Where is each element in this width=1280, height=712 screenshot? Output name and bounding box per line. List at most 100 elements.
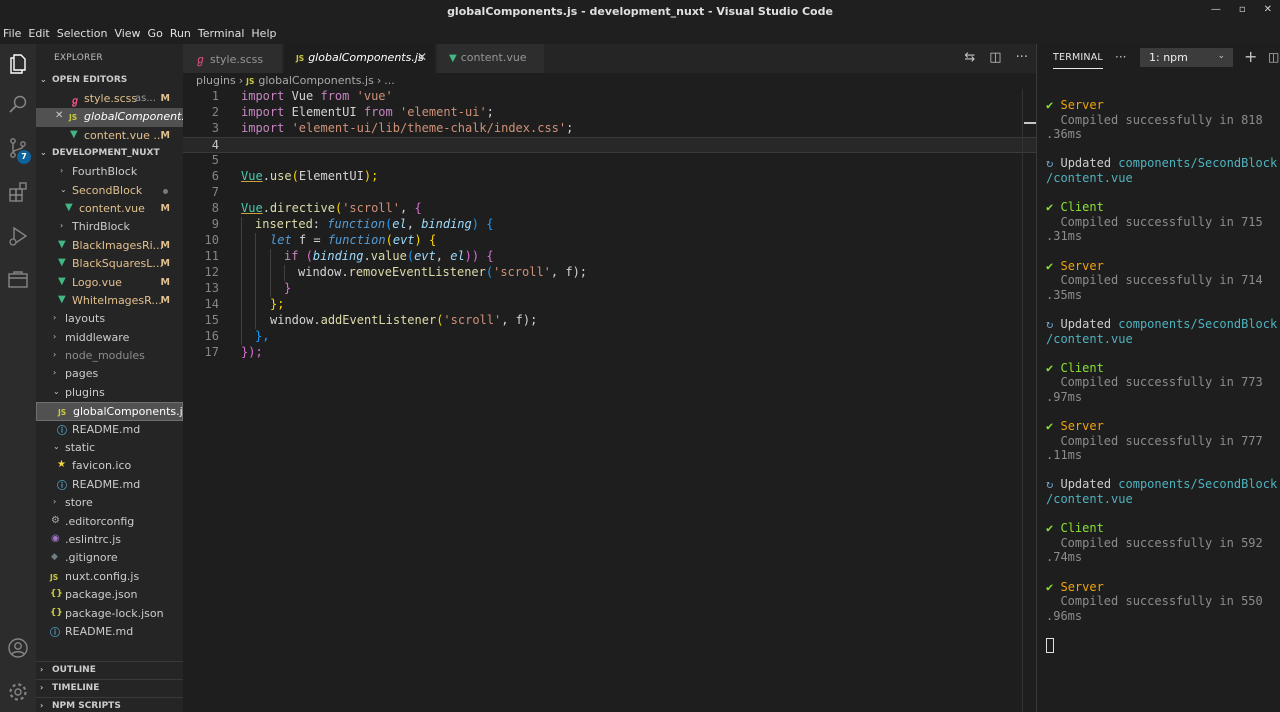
line-number: 6 [211,169,219,183]
tab-global-components[interactable]: JS globalComponents.js ✕ [284,44,436,73]
code-line: 2 import ElementUI from 'element-ui'; [183,105,1036,121]
tree-file[interactable]: ▼ BlackSquaresL... M [36,255,183,273]
project-header[interactable]: ⌄ DEVELOPMENT_NUXT [36,145,183,163]
chevron-right-icon: › [53,313,57,323]
close-window-icon[interactable]: ✕ [1264,4,1272,15]
terminal-line: ✔ Client [1046,200,1104,215]
npm-scripts-header[interactable]: › NPM SCRIPTS [36,697,183,712]
tree-folder[interactable]: › node_modules [36,347,183,365]
tree-file[interactable]: ⓘ README.md [36,623,183,641]
tree-folder[interactable]: ⌄ SecondBlock [36,182,183,200]
run-debug-icon[interactable] [6,224,30,248]
tree-file[interactable]: {} package-lock.json [36,605,183,623]
code-line: 7 [183,185,1036,201]
chevron-right-icon: › [40,665,44,674]
open-editors-header[interactable]: ⌄ OPEN EDITORS [36,72,183,90]
tree-file[interactable]: ◆ .gitignore [36,549,183,567]
sidebar-bottom-sections: › OUTLINE › TIMELINE › NPM SCRIPTS [36,661,183,712]
menu-selection[interactable]: Selection [54,24,111,44]
settings-gear-icon[interactable] [6,680,30,704]
line-number: 16 [204,329,219,343]
vue-icon: ▼ [58,293,66,305]
menu-run[interactable]: Run [167,24,194,44]
tree-file[interactable]: ⚙ .editorconfig [36,513,183,531]
eslint-icon: ◉ [51,532,60,544]
vue-icon: ▼ [58,275,66,287]
open-editor-item[interactable]: ▼ content.vue ... M [36,127,183,145]
tree-folder[interactable]: › ThirdBlock [36,218,183,236]
terminal-line: ✔ Server [1046,258,1104,273]
tree-folder[interactable]: › pages [36,365,183,383]
tree-file[interactable]: ▼ WhiteImagesR... M [36,292,183,310]
tree-folder[interactable]: › layouts [36,310,183,328]
tab-terminal[interactable]: TERMINAL [1053,52,1103,69]
open-editor-item[interactable]: ℊ style.scss as... M [36,90,183,108]
vue-icon: ▼ [65,201,73,213]
breadcrumb-file[interactable]: globalComponents.js [258,74,373,87]
outline-header[interactable]: › OUTLINE [36,661,183,679]
menu-edit[interactable]: Edit [25,24,52,44]
extensions-icon[interactable] [6,180,30,204]
menu-help[interactable]: Help [248,24,279,44]
terminal-line: ✔ Client [1046,521,1104,536]
tree-folder[interactable]: ⌄ plugins [36,384,183,402]
chevron-right-icon: › [238,74,244,87]
breadcrumb-folder[interactable]: plugins [196,74,236,87]
tree-file[interactable]: ◉ .eslintrc.js [36,531,183,549]
js-icon: JS [246,77,255,86]
terminal-output[interactable]: ✔ Server Compiled successfully in 818 .3… [1046,98,1280,653]
line-number: 10 [204,233,219,247]
tree-file[interactable]: ⓘ README.md [36,476,183,494]
menu-terminal[interactable]: Terminal [195,24,248,44]
split-editor-icon[interactable]: ◫ [989,50,1001,65]
tree-file[interactable]: {} package.json [36,586,183,604]
close-icon[interactable]: ✕ [55,110,63,121]
close-icon[interactable]: ✕ [417,50,427,64]
more-actions-icon[interactable]: ··· [1016,50,1028,65]
tree-file[interactable]: JS nuxt.config.js [36,568,183,586]
more-icon[interactable]: ··· [1115,50,1126,64]
tree-file[interactable]: ★ favicon.ico [36,457,183,475]
tree-file[interactable]: ▼ Logo.vue M [36,274,183,292]
gear-icon: ⚙ [51,514,60,526]
terminal-line: ✔ Server [1046,579,1104,594]
account-icon[interactable] [6,636,30,660]
restore-icon[interactable]: ▫ [1239,4,1246,15]
new-terminal-icon[interactable]: + [1244,47,1257,66]
tree-file[interactable]: ▼ content.vue M [36,200,183,218]
timeline-header[interactable]: › TIMELINE [36,679,183,697]
tab-content-vue[interactable]: ▼ content.vue [437,44,545,73]
editor-actions: ⇆ ◫ ··· [964,50,1028,65]
tab-style-scss[interactable]: ℊ style.scss [183,44,283,73]
minimize-icon[interactable]: — [1211,4,1221,15]
explorer-icon[interactable] [6,52,30,76]
js-icon: JS [50,572,59,582]
terminal-line: /content.vue [1046,492,1133,507]
scss-icon: ℊ [195,53,206,66]
breadcrumb-more[interactable]: ... [384,74,395,87]
tree-folder[interactable]: ⌄ static [36,439,183,457]
editor-scrollbar[interactable] [1022,89,1036,712]
line-number: 13 [204,281,219,295]
tree-folder[interactable]: › FourthBlock [36,163,183,181]
tree-file[interactable]: ⓘ README.md [36,421,183,439]
tree-file[interactable]: ▼ BlackImagesRi... M [36,237,183,255]
search-icon[interactable] [6,92,30,116]
menu-file[interactable]: File [0,24,24,44]
open-changes-icon[interactable]: ⇆ [964,50,975,65]
remote-explorer-icon[interactable] [6,268,30,292]
line-number: 4 [211,138,219,152]
vue-icon: ▼ [449,53,457,64]
line-number: 17 [204,345,219,359]
tree-file-active[interactable]: JS globalComponents.js [36,402,183,421]
terminal-select[interactable]: 1: npm ⌄ [1140,48,1233,67]
menu-view[interactable]: View [111,24,143,44]
menu-go[interactable]: Go [145,24,166,44]
open-editor-item-active[interactable]: ✕ JS globalComponent... [36,108,183,127]
split-terminal-icon[interactable]: ◫ [1268,50,1279,64]
code-editor[interactable]: 1 import Vue from 'vue' 2 import ElementUI… [183,89,1036,712]
tree-folder[interactable]: › store [36,494,183,512]
terminal-line: Compiled successfully in 777 [1060,433,1263,448]
tree-folder[interactable]: › middleware [36,329,183,347]
terminal-line: ✔ Client [1046,360,1104,375]
